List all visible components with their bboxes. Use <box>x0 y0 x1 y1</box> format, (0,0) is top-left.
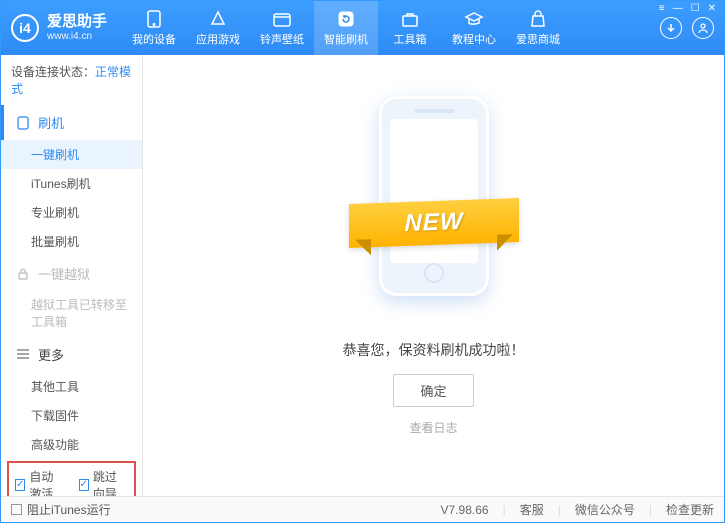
minimize-icon[interactable]: — <box>673 3 683 14</box>
nav-toolbox[interactable]: 工具箱 <box>378 1 442 55</box>
apps-icon <box>208 10 228 28</box>
view-log-link[interactable]: 查看日志 <box>409 419 457 436</box>
titlebar: i4 爱思助手 www.i4.cn 我的设备 应用游戏 铃声壁纸 智能刷机 <box>1 1 724 55</box>
sidebar-item-pro[interactable]: 专业刷机 <box>1 198 142 227</box>
brand: i4 爱思助手 www.i4.cn <box>11 14 107 42</box>
check-icon: ✓ <box>15 479 25 491</box>
nav-label: 铃声壁纸 <box>260 31 304 47</box>
nav-my-device[interactable]: 我的设备 <box>122 1 186 55</box>
lock-icon <box>16 267 30 281</box>
sidebar-item-advanced[interactable]: 高级功能 <box>1 430 142 459</box>
nav-apps[interactable]: 应用游戏 <box>186 1 250 55</box>
sidebar-item-batch[interactable]: 批量刷机 <box>1 227 142 256</box>
nav-label: 爱思商城 <box>516 31 560 47</box>
top-nav: 我的设备 应用游戏 铃声壁纸 智能刷机 工具箱 教程中心 <box>122 1 660 55</box>
checkbox-label: 阻止iTunes运行 <box>27 501 111 518</box>
wallet-icon <box>272 10 292 28</box>
nav-label: 我的设备 <box>132 31 176 47</box>
maximize-icon[interactable]: ☐ <box>691 3 700 14</box>
sidebar-item-download[interactable]: 下载固件 <box>1 401 142 430</box>
sidebar-item-itunes[interactable]: iTunes刷机 <box>1 169 142 198</box>
nav-flash[interactable]: 智能刷机 <box>314 1 378 55</box>
close-icon[interactable]: ✕ <box>708 3 716 14</box>
checkbox-block-itunes[interactable]: 阻止iTunes运行 <box>11 501 111 518</box>
sidebar: 设备连接状态：正常模式 刷机 一键刷机 iTunes刷机 专业刷机 批量刷机 一… <box>1 55 143 496</box>
sidebar-group-jailbreak[interactable]: 一键越狱 <box>1 256 142 291</box>
refresh-icon <box>336 10 356 28</box>
user-button[interactable] <box>692 17 714 39</box>
sidebar-item-jailbreak-note: 越狱工具已转移至工具箱 <box>1 291 142 337</box>
nav-ringtone[interactable]: 铃声壁纸 <box>250 1 314 55</box>
logo-icon: i4 <box>11 14 39 42</box>
version-label: V7.98.66 <box>441 503 489 517</box>
support-link[interactable]: 客服 <box>520 501 544 518</box>
group-label: 一键越狱 <box>38 264 90 283</box>
group-label: 更多 <box>38 345 64 364</box>
group-label: 刷机 <box>38 113 64 132</box>
status-label: 设备连接状态： <box>11 65 95 79</box>
phone-icon <box>16 116 30 130</box>
confirm-button[interactable]: 确定 <box>393 374 473 407</box>
wechat-link[interactable]: 微信公众号 <box>575 501 635 518</box>
sidebar-group-flash[interactable]: 刷机 <box>1 105 142 140</box>
footer: 阻止iTunes运行 V7.98.66 | 客服 | 微信公众号 | 检查更新 <box>1 496 724 522</box>
checkbox-icon <box>11 504 22 515</box>
main-content: NEW 恭喜您，保资料刷机成功啦！ 确定 查看日志 <box>143 55 724 496</box>
device-icon <box>144 10 164 28</box>
nav-shop[interactable]: 爱思商城 <box>506 1 570 55</box>
check-update-link[interactable]: 检查更新 <box>666 501 714 518</box>
nav-label: 工具箱 <box>394 31 427 47</box>
new-badge: NEW <box>349 198 519 248</box>
window-controls: ≡ — ☐ ✕ <box>659 3 716 14</box>
brand-title: 爱思助手 <box>47 14 107 31</box>
download-button[interactable] <box>660 17 682 39</box>
success-message: 恭喜您，保资料刷机成功啦！ <box>343 340 525 360</box>
menu-icon <box>16 347 30 361</box>
brand-url: www.i4.cn <box>47 31 107 42</box>
settings-icon[interactable]: ≡ <box>659 3 665 14</box>
graduation-icon <box>464 10 484 28</box>
sidebar-group-more[interactable]: 更多 <box>1 337 142 372</box>
toolbox-icon <box>400 10 420 28</box>
connection-status: 设备连接状态：正常模式 <box>1 55 142 105</box>
nav-label: 应用游戏 <box>196 31 240 47</box>
bag-icon <box>528 10 548 28</box>
nav-label: 智能刷机 <box>324 31 368 47</box>
new-text: NEW <box>404 207 463 237</box>
check-icon: ✓ <box>79 479 89 491</box>
sidebar-item-other[interactable]: 其他工具 <box>1 372 142 401</box>
sidebar-item-oneclick[interactable]: 一键刷机 <box>1 140 142 169</box>
nav-label: 教程中心 <box>452 31 496 47</box>
phone-illustration: NEW <box>364 96 504 316</box>
nav-tutorial[interactable]: 教程中心 <box>442 1 506 55</box>
